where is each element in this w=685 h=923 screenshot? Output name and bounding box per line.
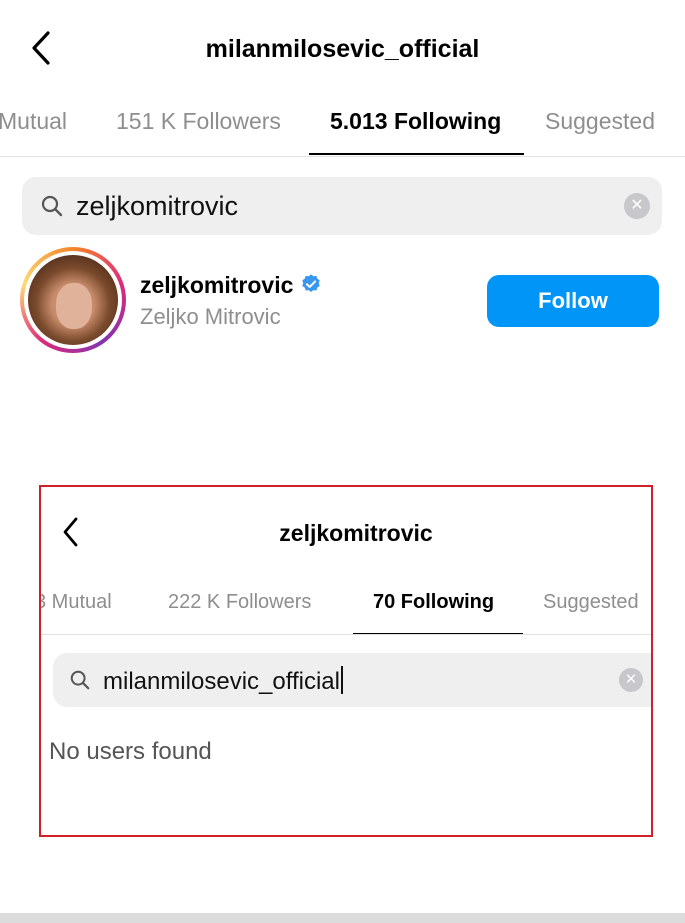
inset-title: zeljkomitrovic	[279, 520, 433, 546]
follow-button[interactable]: Follow	[487, 275, 659, 327]
text-cursor	[340, 666, 343, 694]
inset-screenshot: zeljkomitrovic 3 Mutual 222 K Followers …	[39, 485, 653, 837]
verified-badge-icon	[302, 274, 320, 292]
profile-photo	[28, 255, 118, 345]
inset-search-value: milanmilosevic_official	[103, 668, 340, 695]
search-icon	[70, 670, 90, 690]
inset-divider	[41, 634, 651, 635]
search-icon	[41, 195, 63, 217]
clear-icon[interactable]: ✕	[619, 668, 643, 692]
tab-mutual[interactable]: Mutual	[0, 106, 67, 136]
bottom-edge	[0, 913, 685, 923]
search-input[interactable]: zeljkomitrovic ✕	[22, 177, 662, 235]
tab-followers[interactable]: 151 K Followers	[116, 106, 281, 136]
clear-icon[interactable]: ✕	[624, 193, 650, 219]
inset-search-input[interactable]: milanmilosevic_official ✕	[53, 653, 651, 707]
tab-suggested[interactable]: Suggested	[545, 106, 655, 136]
page-title: milanmilosevic_official	[205, 35, 480, 63]
inset-tab-mutual[interactable]: 3 Mutual	[41, 589, 112, 615]
tab-following[interactable]: 5.013 Following	[330, 106, 501, 136]
avatar[interactable]	[20, 247, 126, 353]
empty-state-message: No users found	[49, 738, 212, 765]
divider	[0, 156, 685, 157]
inset-tab-following[interactable]: 70 Following	[373, 589, 494, 615]
tab-bar: Mutual 151 K Followers 5.013 Following S…	[0, 98, 685, 158]
active-tab-indicator	[309, 153, 524, 155]
inset-tab-followers[interactable]: 222 K Followers	[168, 589, 311, 615]
inset-tab-suggested[interactable]: Suggested	[543, 589, 639, 615]
result-full-name: Zeljko Mitrovic	[140, 304, 281, 329]
search-value: zeljkomitrovic	[76, 191, 239, 221]
result-username[interactable]: zeljkomitrovic	[140, 270, 293, 300]
